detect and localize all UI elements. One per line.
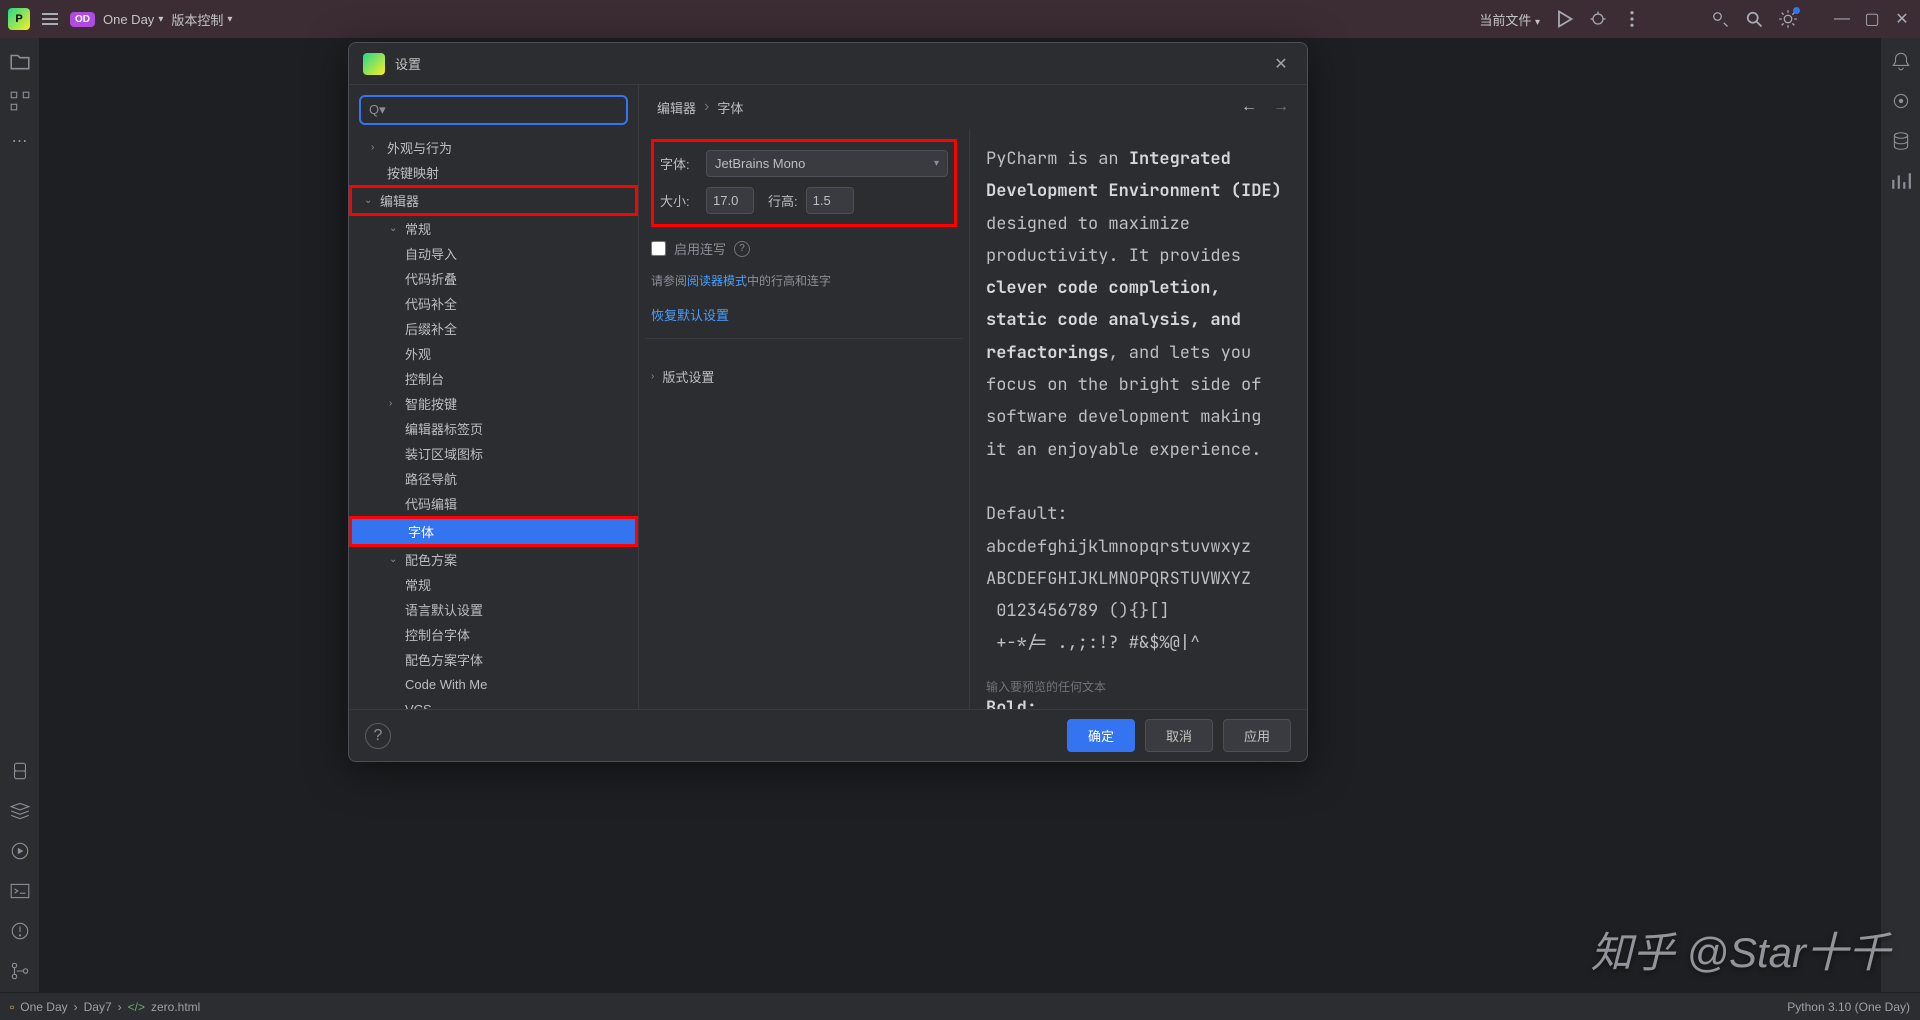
back-icon[interactable]: ← — [1241, 98, 1257, 116]
folder-icon: ▫ — [10, 1000, 14, 1014]
format-settings[interactable]: › 版式设置 — [651, 367, 957, 386]
run-tool-icon[interactable] — [9, 840, 31, 862]
status-bar: ▫ One Day › Day7 › </> zero.html Python … — [0, 992, 1920, 1020]
font-select[interactable]: JetBrains Mono ▾ — [706, 150, 948, 177]
debug-icon[interactable] — [1588, 9, 1608, 29]
tree-code-completion[interactable]: 代码补全 — [349, 291, 638, 316]
line-height-label: 行高: — [768, 191, 798, 210]
main-menu-button[interactable] — [38, 7, 62, 31]
ok-button[interactable]: 确定 — [1067, 719, 1135, 752]
terminal-tool-icon[interactable] — [9, 880, 31, 902]
breadcrumb-item[interactable]: zero.html — [151, 1000, 200, 1014]
tree-auto-import[interactable]: 自动导入 — [349, 241, 638, 266]
run-icon[interactable] — [1554, 9, 1574, 29]
python-tool-icon[interactable] — [9, 760, 31, 782]
ligatures-checkbox[interactable] — [651, 241, 666, 256]
tree-console[interactable]: 控制台 — [349, 366, 638, 391]
size-input[interactable] — [706, 187, 754, 214]
tree-postfix[interactable]: 后缀补全 — [349, 316, 638, 341]
notifications-tool-icon[interactable] — [1890, 50, 1912, 72]
tree-code-folding[interactable]: 代码折叠 — [349, 266, 638, 291]
tree-breadcrumbs[interactable]: 路径导航 — [349, 466, 638, 491]
settings-icon[interactable] — [1778, 9, 1798, 29]
tree-cs-scheme-font[interactable]: 配色方案字体 — [349, 647, 638, 672]
coverage-tool-icon[interactable] — [1890, 170, 1912, 192]
tree-code-editing[interactable]: 代码编辑 — [349, 491, 638, 516]
cancel-button[interactable]: 取消 — [1145, 719, 1213, 752]
settings-dialog: 设置 ✕ Q▾ ›外观与行为 按键映射 ⌄编辑器 ⌄常规 自动导入 代码折叠 代… — [348, 42, 1308, 762]
project-badge: OD — [70, 12, 95, 27]
size-label: 大小: — [660, 191, 698, 210]
close-icon[interactable]: ✕ — [1269, 52, 1293, 76]
tree-color-scheme[interactable]: ⌄配色方案 — [349, 547, 638, 572]
tree-appearance[interactable]: ›外观与行为 — [349, 135, 638, 160]
settings-search-input[interactable]: Q▾ — [359, 95, 628, 125]
tree-cs-general[interactable]: 常规 — [349, 572, 638, 597]
chevron-down-icon: ▾ — [934, 158, 939, 169]
tree-gutter[interactable]: 装订区域图标 — [349, 441, 638, 466]
ligatures-label: 启用连写 — [674, 239, 726, 258]
search-icon[interactable] — [1744, 9, 1764, 29]
tree-editor[interactable]: ⌄编辑器 — [352, 188, 635, 213]
dialog-title: 设置 — [395, 54, 421, 73]
left-toolbar: ⋯ — [0, 38, 40, 992]
problems-tool-icon[interactable] — [9, 920, 31, 942]
breadcrumb-font: 字体 — [717, 98, 743, 117]
search-icon: Q▾ — [369, 102, 386, 118]
tree-appearance2[interactable]: 外观 — [349, 341, 638, 366]
breadcrumb-item[interactable]: One Day — [20, 1000, 67, 1014]
project-tool-icon[interactable] — [9, 50, 31, 72]
git-tool-icon[interactable] — [9, 960, 31, 982]
tree-keymap[interactable]: 按键映射 — [349, 160, 638, 185]
forward-icon: → — [1273, 98, 1289, 116]
breadcrumb-editor[interactable]: 编辑器 — [657, 98, 696, 117]
structure-tool-icon[interactable] — [9, 90, 31, 112]
top-toolbar: P OD One Day▾ 版本控制▾ 当前文件 ▾ — ▢ ✕ — [0, 0, 1920, 38]
services-tool-icon[interactable] — [9, 800, 31, 822]
help-icon[interactable]: ? — [734, 241, 750, 257]
close-window-icon[interactable]: ✕ — [1892, 9, 1912, 29]
dialog-logo-icon — [363, 53, 385, 75]
tree-cs-lang-defaults[interactable]: 语言默认设置 — [349, 597, 638, 622]
reader-note: 请参阅阅读器模式中的行高和连字 — [651, 272, 957, 289]
codewithme-icon[interactable] — [1710, 9, 1730, 29]
font-label: 字体: — [660, 154, 698, 173]
search-field[interactable] — [392, 103, 618, 118]
tree-cs-vcs[interactable]: VCS — [349, 697, 638, 709]
settings-breadcrumb: 编辑器 › 字体 ← → — [639, 85, 1307, 129]
more-tool-icon[interactable]: ⋯ — [9, 130, 31, 152]
settings-tree[interactable]: ›外观与行为 按键映射 ⌄编辑器 ⌄常规 自动导入 代码折叠 代码补全 后缀补全… — [349, 135, 638, 709]
tree-editor-tabs[interactable]: 编辑器标签页 — [349, 416, 638, 441]
help-button[interactable]: ? — [365, 723, 391, 749]
run-config-button[interactable]: 当前文件 ▾ — [1479, 10, 1540, 29]
preview-hint: 输入要预览的任何文本 — [986, 678, 1106, 695]
line-height-input[interactable] — [806, 187, 854, 214]
html-file-icon: </> — [128, 1000, 145, 1014]
tree-cs-codewithme[interactable]: Code With Me — [349, 672, 638, 697]
reader-mode-link[interactable]: 阅读器模式 — [687, 274, 747, 288]
interpreter-selector[interactable]: Python 3.10 (One Day) — [1787, 1000, 1910, 1014]
font-settings-highlight: 字体: JetBrains Mono ▾ 大小: 行高: — [651, 139, 957, 227]
apply-button[interactable]: 应用 — [1223, 719, 1291, 752]
database-tool-icon[interactable] — [1890, 130, 1912, 152]
maximize-icon[interactable]: ▢ — [1862, 9, 1882, 29]
ai-tool-icon[interactable] — [1890, 90, 1912, 112]
breadcrumb-item[interactable]: Day7 — [84, 1000, 112, 1014]
tree-font[interactable]: 字体 — [352, 519, 635, 544]
app-logo-icon: P — [8, 8, 30, 30]
tree-cs-console-font[interactable]: 控制台字体 — [349, 622, 638, 647]
more-icon[interactable] — [1622, 9, 1642, 29]
right-toolbar — [1880, 38, 1920, 992]
minimize-icon[interactable]: — — [1832, 9, 1852, 29]
settings-tree-panel: Q▾ ›外观与行为 按键映射 ⌄编辑器 ⌄常规 自动导入 代码折叠 代码补全 后… — [349, 85, 639, 709]
vcs-menu[interactable]: 版本控制▾ — [171, 10, 232, 29]
tree-smart-keys[interactable]: ›智能按键 — [349, 391, 638, 416]
restore-defaults-link[interactable]: 恢复默认设置 — [651, 305, 729, 324]
tree-general[interactable]: ⌄常规 — [349, 216, 638, 241]
project-menu[interactable]: One Day▾ — [103, 12, 163, 27]
font-preview[interactable]: PyCharm is an Integrated Development Env… — [969, 129, 1307, 709]
